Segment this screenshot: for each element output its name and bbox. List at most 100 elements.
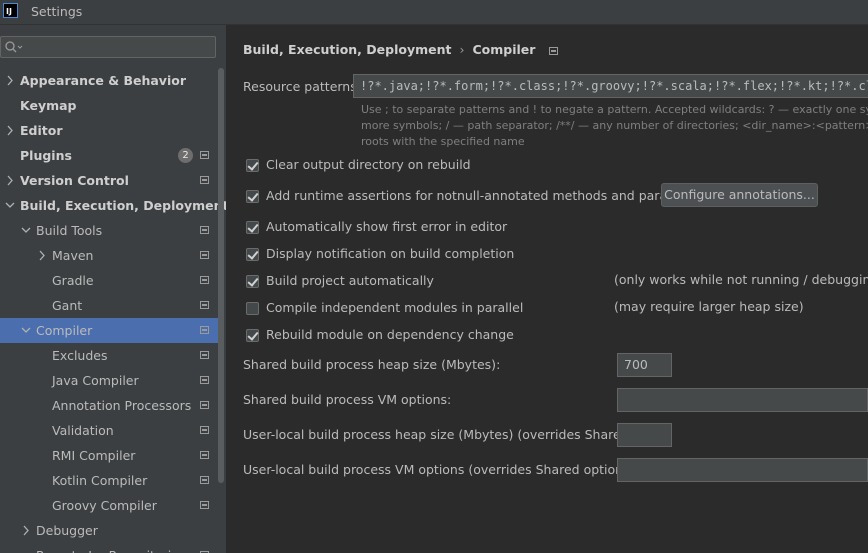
option-note: (only works while not running / debuggin… xyxy=(614,272,868,287)
sidebar-item[interactable]: Keymap xyxy=(0,93,218,118)
sidebar-item-label: Build, Execution, Deployment xyxy=(20,198,226,213)
option-checkbox[interactable] xyxy=(246,302,259,315)
sidebar-item[interactable]: Java Compiler xyxy=(0,368,218,393)
sidebar-item-label: Version Control xyxy=(20,173,129,188)
heap-size-input[interactable]: 700 xyxy=(617,353,672,377)
sidebar-item-label: Appearance & Behavior xyxy=(20,73,186,88)
sidebar-item[interactable]: Version Control xyxy=(0,168,218,193)
sidebar-item-label: Maven xyxy=(52,248,94,263)
breadcrumb: Build, Execution, Deployment › Compiler xyxy=(243,41,559,59)
user-heap-size-input[interactable] xyxy=(617,423,672,447)
sidebar-item[interactable]: Editor xyxy=(0,118,218,143)
resource-patterns-label: Resource patterns: xyxy=(243,79,361,94)
vm-options-input[interactable] xyxy=(617,388,868,412)
project-level-icon xyxy=(200,426,209,434)
sidebar-scrollbar[interactable] xyxy=(218,68,224,483)
breadcrumb-parent[interactable]: Build, Execution, Deployment xyxy=(243,42,451,57)
option-checkbox[interactable] xyxy=(246,248,259,261)
sidebar-item[interactable]: Debugger xyxy=(0,518,218,543)
project-level-icon xyxy=(200,401,209,409)
configure-annotations-button[interactable]: Configure annotations... xyxy=(661,183,818,207)
option-label[interactable]: Compile independent modules in parallel xyxy=(266,300,523,315)
title-bar: IJ Settings xyxy=(0,0,868,25)
chevron-right-icon[interactable] xyxy=(21,518,31,543)
resource-patterns-input[interactable]: !?*.java;!?*.form;!?*.class;!?*.groovy;!… xyxy=(353,74,868,98)
project-level-icon xyxy=(200,451,209,459)
option-label[interactable]: Add runtime assertions for notnull-annot… xyxy=(266,188,711,203)
sidebar-item-label: Kotlin Compiler xyxy=(52,473,148,488)
sidebar-item-label: RMI Compiler xyxy=(52,448,136,463)
sidebar-item[interactable]: Maven xyxy=(0,243,218,268)
project-level-icon xyxy=(200,151,209,159)
option-checkbox[interactable] xyxy=(246,329,259,342)
chevron-down-icon[interactable] xyxy=(21,318,31,343)
option-checkbox[interactable] xyxy=(246,190,259,203)
project-level-icon xyxy=(200,326,209,334)
project-level-icon xyxy=(200,501,209,509)
project-level-icon xyxy=(200,301,209,309)
project-level-icon xyxy=(200,251,209,259)
project-level-icon xyxy=(200,351,209,359)
sidebar-item[interactable]: Build Tools xyxy=(0,218,218,243)
project-level-icon xyxy=(200,476,209,484)
sidebar-item-label: Excludes xyxy=(52,348,108,363)
intellij-app-icon: IJ xyxy=(3,3,18,18)
settings-sidebar: Appearance & Behavior Keymap Editor Plugins… xyxy=(0,25,226,553)
sidebar-item-label: Gant xyxy=(52,298,83,313)
option-checkbox[interactable] xyxy=(246,159,259,172)
sidebar-item-label: Remote Jar Repositories xyxy=(36,543,185,553)
project-level-icon xyxy=(200,276,209,284)
compiler-settings-panel: Build, Execution, Deployment › Compiler Re… xyxy=(226,25,868,553)
sidebar-item[interactable]: Gradle xyxy=(0,268,218,293)
sidebar-item[interactable]: RMI Compiler xyxy=(0,443,218,468)
sidebar-item[interactable]: Groovy Compiler xyxy=(0,493,218,518)
hint-line: roots with the specified name xyxy=(361,135,525,148)
project-level-icon xyxy=(200,226,209,234)
hint-line: more symbols; / — path separator; /**/ —… xyxy=(361,119,868,132)
sidebar-item-label: Editor xyxy=(20,123,63,138)
user-heap-size-label: User-local build process heap size (Mbyt… xyxy=(243,427,666,442)
chevron-right-icon[interactable] xyxy=(5,68,15,93)
project-level-icon xyxy=(549,46,559,55)
resource-patterns-hint: Use ; to separate patterns and ! to nega… xyxy=(361,102,868,150)
option-label[interactable]: Rebuild module on dependency change xyxy=(266,327,514,342)
option-checkbox[interactable] xyxy=(246,275,259,288)
sidebar-item[interactable]: Plugins 2 xyxy=(0,143,218,168)
chevron-right-icon[interactable] xyxy=(37,243,47,268)
option-note: (may require larger heap size) xyxy=(614,299,804,314)
chevron-down-icon[interactable] xyxy=(21,218,31,243)
sidebar-item[interactable]: Excludes xyxy=(0,343,218,368)
user-vm-options-label: User-local build process VM options (ove… xyxy=(243,462,639,477)
sidebar-item[interactable]: Kotlin Compiler xyxy=(0,468,218,493)
sidebar-item-label: Annotation Processors xyxy=(52,398,192,413)
project-level-icon xyxy=(200,176,209,184)
sidebar-item[interactable]: Gant xyxy=(0,293,218,318)
sidebar-item-label: Keymap xyxy=(20,98,77,113)
sidebar-item-label: Plugins xyxy=(20,148,72,163)
sidebar-item[interactable]: Remote Jar Repositories xyxy=(0,543,218,553)
vm-options-label: Shared build process VM options: xyxy=(243,392,452,407)
sidebar-item[interactable]: Compiler xyxy=(0,318,218,343)
sidebar-item[interactable]: Validation xyxy=(0,418,218,443)
search-icon xyxy=(5,41,23,53)
chevron-down-icon[interactable] xyxy=(5,193,15,218)
option-label[interactable]: Automatically show first error in editor xyxy=(266,219,507,234)
sidebar-item[interactable]: Build, Execution, Deployment xyxy=(0,193,226,218)
settings-search-input[interactable] xyxy=(0,36,216,58)
sidebar-item-label: Debugger xyxy=(36,523,98,538)
chevron-right-icon[interactable] xyxy=(5,118,15,143)
option-label[interactable]: Display notification on build completion xyxy=(266,246,514,261)
chevron-right-icon[interactable] xyxy=(5,168,15,193)
sidebar-item[interactable]: Appearance & Behavior xyxy=(0,68,218,93)
user-vm-options-input[interactable] xyxy=(617,458,868,482)
option-label[interactable]: Clear output directory on rebuild xyxy=(266,157,471,172)
option-checkbox[interactable] xyxy=(246,221,259,234)
sidebar-item-label: Groovy Compiler xyxy=(52,498,157,513)
sidebar-item-label: Compiler xyxy=(36,323,93,338)
sidebar-item[interactable]: Annotation Processors xyxy=(0,393,218,418)
sidebar-item-label: Validation xyxy=(52,423,114,438)
option-label[interactable]: Build project automatically xyxy=(266,273,434,288)
breadcrumb-current: Compiler xyxy=(472,42,536,57)
sidebar-item-label: Java Compiler xyxy=(52,373,139,388)
sidebar-item-label: Build Tools xyxy=(36,223,103,238)
